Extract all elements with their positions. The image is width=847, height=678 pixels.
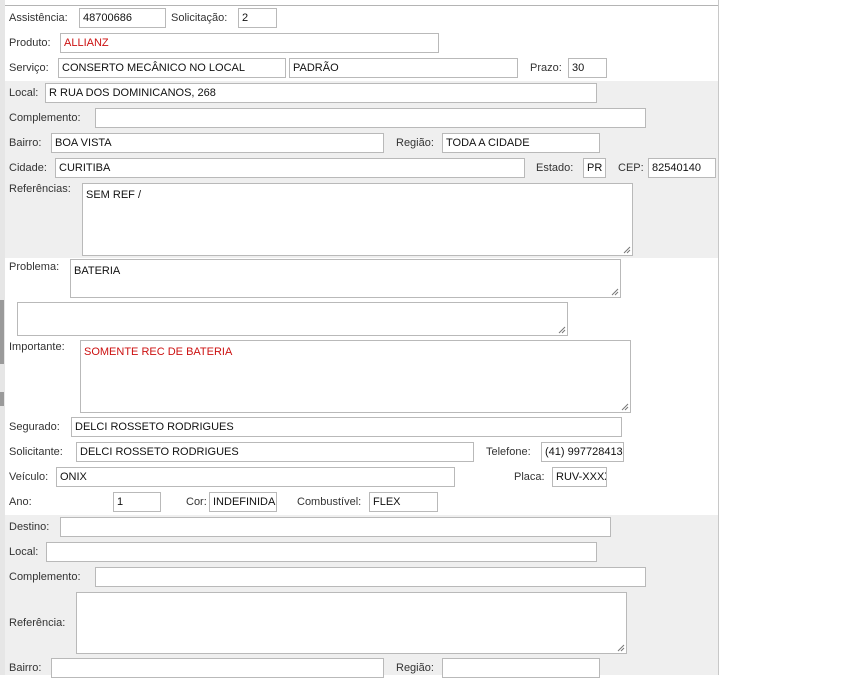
destino-referencia-textarea[interactable] bbox=[76, 592, 627, 654]
produto-field[interactable]: ALLIANZ bbox=[60, 33, 439, 53]
resize-grip-icon[interactable] bbox=[621, 403, 629, 411]
cor-field[interactable]: INDEFINIDA bbox=[209, 492, 277, 512]
estado-field[interactable]: PR bbox=[583, 158, 606, 178]
cep-label: CEP: bbox=[618, 162, 644, 174]
referencias-text: SEM REF / bbox=[86, 189, 142, 201]
cidade-field[interactable]: CURITIBA bbox=[55, 158, 525, 178]
complemento-label: Complemento: bbox=[9, 112, 81, 124]
cidade-label: Cidade: bbox=[9, 162, 47, 174]
local-label: Local: bbox=[9, 87, 39, 99]
produto-label: Produto: bbox=[9, 37, 51, 49]
prazo-field[interactable]: 30 bbox=[568, 58, 607, 78]
prazo-label: Prazo: bbox=[530, 62, 562, 74]
destino-referencia-label: Referência: bbox=[9, 617, 66, 629]
left-edge-marker bbox=[0, 392, 4, 406]
problema-textarea[interactable]: BATERIA bbox=[70, 259, 621, 298]
telefone-field[interactable]: (41) 997728413 bbox=[541, 442, 624, 462]
telefone-label: Telefone: bbox=[486, 446, 531, 458]
referencias-textarea[interactable]: SEM REF / bbox=[82, 183, 633, 256]
combustivel-label: Combustível: bbox=[297, 496, 362, 508]
resize-grip-icon[interactable] bbox=[623, 246, 631, 254]
referencias-label: Referências: bbox=[9, 183, 71, 195]
servico-label: Serviço: bbox=[9, 62, 49, 74]
segurado-field[interactable]: DELCI ROSSETO RODRIGUES bbox=[71, 417, 622, 437]
importante-label: Importante: bbox=[9, 341, 65, 353]
destino-regiao-field[interactable] bbox=[442, 658, 600, 678]
bairro-label: Bairro: bbox=[9, 137, 42, 149]
resize-grip-icon[interactable] bbox=[617, 644, 625, 652]
solicitante-field[interactable]: DELCI ROSSETO RODRIGUES bbox=[76, 442, 474, 462]
assistencia-label: Assistência: bbox=[9, 12, 68, 24]
problema-label: Problema: bbox=[9, 261, 60, 273]
destino-complemento-field[interactable] bbox=[95, 567, 646, 587]
destino-local-field[interactable] bbox=[46, 542, 597, 562]
cor-label: Cor: bbox=[186, 496, 207, 508]
resize-grip-icon[interactable] bbox=[611, 288, 619, 296]
veiculo-label: Veículo: bbox=[9, 471, 49, 483]
veiculo-field[interactable]: ONIX bbox=[56, 467, 455, 487]
importante-text: SOMENTE REC DE BATERIA bbox=[84, 346, 233, 358]
servico-tipo-field[interactable]: PADRÃO bbox=[289, 58, 518, 78]
ano-field[interactable]: 1 bbox=[113, 492, 161, 512]
placa-label: Placa: bbox=[514, 471, 545, 483]
destino-complemento-label: Complemento: bbox=[9, 571, 81, 583]
importante-textarea[interactable]: SOMENTE REC DE BATERIA bbox=[80, 340, 631, 413]
servico-field[interactable]: CONSERTO MECÂNICO NO LOCAL bbox=[58, 58, 286, 78]
solicitacao-field[interactable]: 2 bbox=[238, 8, 277, 28]
regiao-label: Região: bbox=[396, 137, 434, 149]
solicitante-label: Solicitante: bbox=[9, 446, 63, 458]
destino-local-label: Local: bbox=[9, 546, 39, 558]
segurado-label: Segurado: bbox=[9, 421, 60, 433]
estado-label: Estado: bbox=[536, 162, 574, 174]
regiao-field[interactable]: TODA A CIDADE bbox=[442, 133, 600, 153]
destino-field[interactable] bbox=[60, 517, 611, 537]
combustivel-field[interactable]: FLEX bbox=[369, 492, 438, 512]
ano-label: Ano: bbox=[9, 496, 32, 508]
assistencia-field[interactable]: 48700686 bbox=[79, 8, 166, 28]
problema-text: BATERIA bbox=[74, 265, 121, 277]
resize-grip-icon[interactable] bbox=[558, 326, 566, 334]
problema-extra-textarea[interactable] bbox=[17, 302, 568, 336]
destino-label: Destino: bbox=[9, 521, 50, 533]
destino-bairro-field[interactable] bbox=[51, 658, 384, 678]
local-field[interactable]: R RUA DOS DOMINICANOS, 268 bbox=[45, 83, 597, 103]
solicitacao-label: Solicitação: bbox=[171, 12, 228, 24]
placa-field[interactable]: RUV-XXXX bbox=[552, 467, 607, 487]
destino-regiao-label: Região: bbox=[396, 662, 434, 674]
left-edge-marker bbox=[0, 300, 4, 364]
destino-bairro-label: Bairro: bbox=[9, 662, 42, 674]
bairro-field[interactable]: BOA VISTA bbox=[51, 133, 384, 153]
panel-top-border bbox=[5, 5, 718, 6]
cep-field[interactable]: 82540140 bbox=[648, 158, 716, 178]
complemento-field[interactable] bbox=[95, 108, 646, 128]
